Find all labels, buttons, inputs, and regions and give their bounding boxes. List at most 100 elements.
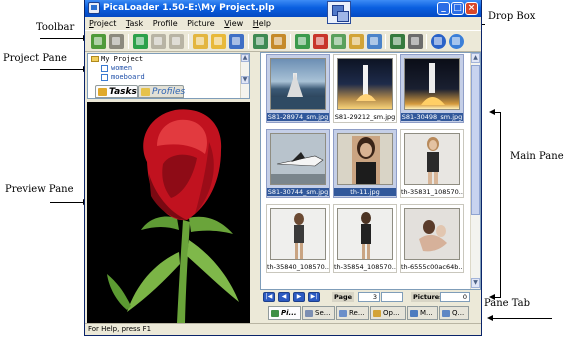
thumbnail-view-icon[interactable] xyxy=(390,34,405,49)
thumbnail-image xyxy=(337,133,393,185)
preview-pane-callout: Preview Pane xyxy=(5,184,74,195)
preview-pane-arrow-line xyxy=(50,202,85,203)
tree-root[interactable]: My Project xyxy=(91,55,143,63)
thumbnail-label: th-35854_108570... xyxy=(334,263,396,271)
page-total-field xyxy=(381,292,403,302)
page-number-field[interactable]: 3 xyxy=(358,292,380,302)
thumbnail-item[interactable]: S81-30498_sm.jpg xyxy=(400,54,464,123)
project-pane-callout: Project Pane xyxy=(3,53,67,64)
pane-tab-callout: Pane Tab xyxy=(484,298,531,309)
thumbnail-item[interactable]: S81-29212_sm.jpg xyxy=(333,54,397,123)
scrollbar-thumb[interactable] xyxy=(471,65,480,215)
tab-options[interactable]: Op... xyxy=(370,306,406,320)
project-pane-tabs: Tasks Profiles xyxy=(87,85,250,99)
tab-messages[interactable]: M... xyxy=(407,306,438,320)
settings-icon[interactable] xyxy=(271,34,286,49)
title-bar[interactable]: PicaLoader 1.50-E:\My Project.plp _ □ × xyxy=(85,0,481,17)
pictures-count-field: 0 xyxy=(440,292,470,302)
thumbnail-item[interactable]: S81-30744_sm.jpg xyxy=(266,129,330,198)
new-project-icon[interactable] xyxy=(91,34,106,49)
tab-profiles[interactable]: Profiles xyxy=(138,85,185,98)
copy-picture-icon[interactable] xyxy=(367,34,382,49)
tab-results[interactable]: Re... xyxy=(336,306,369,320)
toolbar-callout: Toolbar xyxy=(36,22,75,33)
thumbnail-item[interactable]: th-6555c00ac64b... xyxy=(400,204,464,273)
pane-tab-arrow-head xyxy=(487,315,493,321)
delete-picture-icon[interactable] xyxy=(313,34,328,49)
thumbnail-label: S81-30498_sm.jpg xyxy=(401,113,463,121)
results-icon xyxy=(339,310,347,317)
stop-icon[interactable] xyxy=(169,34,184,49)
save-icon[interactable] xyxy=(229,34,244,49)
open-project-icon[interactable] xyxy=(109,34,124,49)
close-button[interactable]: × xyxy=(465,2,478,15)
thumbnail-image xyxy=(270,133,326,185)
search-icon xyxy=(305,310,313,317)
thumbnail-label: S81-29212_sm.jpg xyxy=(334,113,396,121)
thumbnail-label: th-6555c00ac64b... xyxy=(401,263,463,271)
options-icon xyxy=(373,310,381,317)
scroll-down-icon[interactable]: ▼ xyxy=(471,278,480,288)
thumbnail-item[interactable]: th-11.jpg xyxy=(333,129,397,198)
menu-help[interactable]: Help xyxy=(253,17,271,30)
thumbnail-item[interactable]: th-35840_108570... xyxy=(266,204,330,273)
thumbnail-item[interactable]: th-35831_108570... xyxy=(400,129,464,198)
window-title: PicaLoader 1.50-E:\My Project.plp xyxy=(103,3,275,13)
thumbnail-image xyxy=(404,208,460,260)
thumbnail-label: th-35840_108570... xyxy=(267,263,329,271)
main-pane-scrollbar[interactable]: ▲ ▼ xyxy=(470,53,480,289)
drop-box-icon[interactable] xyxy=(327,1,351,24)
thumbnail-label: th-11.jpg xyxy=(334,188,396,196)
menu-view[interactable]: View xyxy=(224,17,243,30)
menu-profile[interactable]: Profile xyxy=(153,17,178,30)
tab-pictures[interactable]: Pi... xyxy=(268,306,301,320)
thumbnail-label: S81-28974_sm.jpg xyxy=(267,113,329,121)
move-picture-icon[interactable] xyxy=(349,34,364,49)
thumbnail-image xyxy=(337,58,393,110)
maximize-button[interactable]: □ xyxy=(451,2,464,15)
scroll-up-icon[interactable]: ▲ xyxy=(471,53,480,63)
scroll-up-icon[interactable]: ▲ xyxy=(241,54,249,62)
menu-bar: Project Task Profile Picture View Help xyxy=(85,17,481,30)
task-item-icon xyxy=(101,64,108,72)
thumbnail-item[interactable]: th-35854_108570... xyxy=(333,204,397,273)
tab-queue[interactable]: Q... xyxy=(439,306,469,320)
thumbnail-image xyxy=(270,208,326,260)
start-icon[interactable] xyxy=(133,34,148,49)
prev-page-button[interactable]: ◀ xyxy=(278,292,290,302)
scroll-down-icon[interactable]: ▼ xyxy=(241,76,249,84)
main-pane-tabs: Pi... Se... Re... Op... M... Q... xyxy=(260,306,481,321)
pane-tab-arrow-line xyxy=(492,318,552,319)
menu-project[interactable]: Project xyxy=(89,17,116,30)
first-page-button[interactable]: |◀ xyxy=(263,292,275,302)
tab-search[interactable]: Se... xyxy=(302,306,335,320)
help-icon[interactable] xyxy=(449,34,464,49)
folder-open-icon[interactable] xyxy=(211,34,226,49)
next-page-button[interactable]: ▶ xyxy=(293,292,305,302)
thumbnail-item[interactable]: S81-28974_sm.jpg xyxy=(266,54,330,123)
tree-item-women[interactable]: women xyxy=(101,64,132,72)
menu-task[interactable]: Task xyxy=(126,17,143,30)
thumbnail-image xyxy=(404,58,460,110)
pager: |◀ ◀ ▶ ▶| Page 3 Pictures 0 xyxy=(260,291,481,304)
page-label: Page xyxy=(332,292,355,302)
minimize-button[interactable]: _ xyxy=(437,2,450,15)
pause-icon[interactable] xyxy=(151,34,166,49)
last-page-button[interactable]: ▶| xyxy=(308,292,320,302)
tree-item-moeboard[interactable]: moeboard xyxy=(101,73,145,81)
list-view-icon[interactable] xyxy=(408,34,423,49)
menu-picture[interactable]: Picture xyxy=(187,17,215,30)
project-pane-arrow-line xyxy=(40,69,85,70)
open-folder-icon[interactable] xyxy=(193,34,208,49)
download-icon[interactable] xyxy=(253,34,268,49)
main-pane-bracket-top xyxy=(495,112,500,113)
queue-icon xyxy=(442,310,450,317)
thumbnail-image xyxy=(270,58,326,110)
find-picture-icon[interactable] xyxy=(331,34,346,49)
rose-preview-image xyxy=(87,102,250,323)
add-picture-icon[interactable] xyxy=(295,34,310,49)
thumbnail-image xyxy=(404,133,460,185)
main-pane-arrow-head-top xyxy=(489,109,495,115)
tab-tasks[interactable]: Tasks xyxy=(95,85,138,98)
info-icon[interactable] xyxy=(431,34,446,49)
